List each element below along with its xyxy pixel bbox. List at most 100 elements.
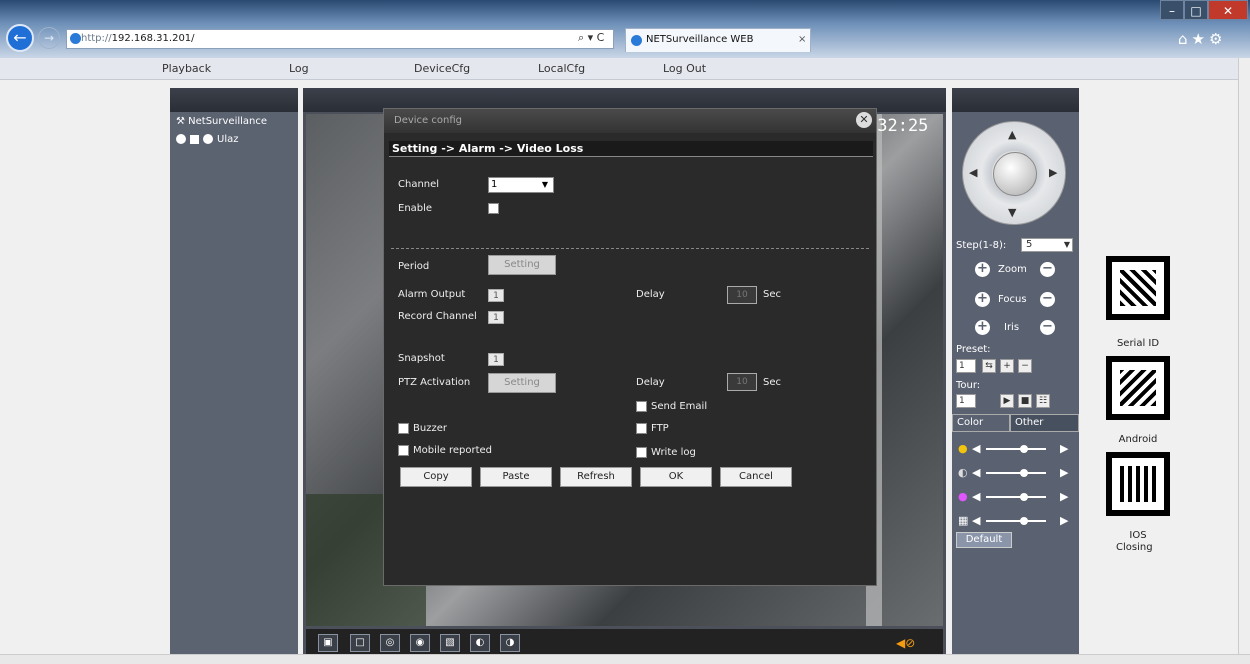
dpad-center[interactable] bbox=[993, 152, 1037, 196]
arrow-right-icon[interactable]: ▶ bbox=[1060, 466, 1068, 479]
add-preset-icon[interactable]: + bbox=[1000, 359, 1014, 373]
record-start-icon[interactable]: ◎ bbox=[380, 634, 400, 652]
play-icon[interactable] bbox=[203, 134, 213, 144]
address-bar[interactable]: http://192.168.31.201/ bbox=[66, 29, 614, 49]
arrow-left-icon[interactable]: ◀ bbox=[972, 490, 980, 503]
tree-root[interactable]: ⚒ NetSurveillance bbox=[176, 116, 267, 127]
goto-preset-icon[interactable]: ⇆ bbox=[982, 359, 996, 373]
mute-icon[interactable]: ◀⊘ bbox=[896, 636, 915, 650]
slider-handle[interactable] bbox=[1020, 469, 1028, 477]
horizontal-scrollbar[interactable] bbox=[0, 654, 1250, 664]
tab-close-icon[interactable]: × bbox=[798, 34, 806, 45]
ptz-direction-pad[interactable]: ▲ ▼ ◀ ▶ bbox=[962, 121, 1066, 225]
arrow-right-icon[interactable]: ▶ bbox=[1060, 490, 1068, 503]
arrow-right-icon[interactable]: ▶ bbox=[1060, 514, 1068, 527]
slider-handle[interactable] bbox=[1020, 493, 1028, 501]
write-log-checkbox[interactable] bbox=[636, 447, 647, 458]
paste-button[interactable]: Paste bbox=[480, 467, 552, 487]
mobile-reported-checkbox[interactable] bbox=[398, 445, 409, 456]
arrow-left-icon[interactable]: ◀ bbox=[969, 166, 977, 179]
search-refresh-controls[interactable]: ⌕ ▾ C bbox=[578, 31, 604, 45]
ptz-activation-label: PTZ Activation bbox=[398, 377, 471, 388]
maximize-button[interactable]: □ bbox=[1184, 0, 1208, 20]
default-button[interactable]: Default bbox=[956, 532, 1012, 548]
slider-handle[interactable] bbox=[1020, 517, 1028, 525]
send-email-checkbox[interactable] bbox=[636, 401, 647, 412]
talk-off-icon[interactable]: ◑ bbox=[500, 634, 520, 652]
ok-button[interactable]: OK bbox=[640, 467, 712, 487]
arrow-up-icon[interactable]: ▲ bbox=[1008, 128, 1016, 141]
snapshot-icon[interactable]: ▧ bbox=[440, 634, 460, 652]
buzzer-checkbox[interactable] bbox=[398, 423, 409, 434]
back-button[interactable]: ← bbox=[6, 24, 34, 52]
vertical-scrollbar[interactable] bbox=[1238, 58, 1250, 654]
browser-tab[interactable]: NETSurveillance WEB × bbox=[625, 28, 811, 52]
nav-log[interactable]: Log bbox=[289, 62, 309, 75]
close-icon[interactable]: ✕ bbox=[856, 112, 872, 128]
cancel-button[interactable]: Cancel bbox=[720, 467, 792, 487]
arrow-down-icon[interactable]: ▼ bbox=[1008, 206, 1016, 219]
divider bbox=[391, 248, 869, 249]
nav-logout[interactable]: Log Out bbox=[663, 62, 706, 75]
arrow-left-icon[interactable]: ◀ bbox=[972, 442, 980, 455]
closing-label[interactable]: Closing bbox=[1116, 542, 1153, 553]
preset-input[interactable]: 1 bbox=[956, 359, 976, 373]
contrast-slider[interactable] bbox=[986, 472, 1046, 474]
tour-input[interactable]: 1 bbox=[956, 394, 976, 408]
tree-device-row[interactable]: Ulaz bbox=[176, 134, 238, 145]
focus-in-icon[interactable]: + bbox=[975, 292, 990, 307]
nav-localcfg[interactable]: LocalCfg bbox=[538, 62, 585, 75]
forward-button[interactable]: → bbox=[38, 27, 60, 49]
minimize-button[interactable]: – bbox=[1160, 0, 1184, 20]
arrow-left-icon[interactable]: ◀ bbox=[972, 514, 980, 527]
focus-out-icon[interactable]: − bbox=[1040, 292, 1055, 307]
arrow-left-icon[interactable]: ◀ bbox=[972, 466, 980, 479]
zoom-out-icon[interactable]: − bbox=[1040, 262, 1055, 277]
tab-color[interactable]: Color bbox=[952, 414, 1010, 432]
nav-playback[interactable]: Playback bbox=[162, 62, 211, 75]
stop-icon[interactable] bbox=[190, 134, 199, 144]
talk-icon[interactable]: ◐ bbox=[470, 634, 490, 652]
refresh-button[interactable]: Refresh bbox=[560, 467, 632, 487]
delay-input[interactable]: 10 bbox=[727, 286, 757, 304]
record-icon[interactable] bbox=[176, 134, 186, 144]
record-stop-icon[interactable]: ◉ bbox=[410, 634, 430, 652]
ptz-panel: ▲ ▼ ◀ ▶ Step(1-8): 5 ▼ + Zoom − + Focus −… bbox=[952, 88, 1079, 662]
device-label[interactable]: Ulaz bbox=[217, 134, 238, 145]
snapshot-box[interactable]: 1 bbox=[488, 353, 504, 366]
single-view-icon[interactable]: □ bbox=[350, 634, 370, 652]
home-star-gear-icons[interactable]: ⌂★⚙ bbox=[1178, 30, 1226, 48]
delay-input[interactable]: 10 bbox=[727, 373, 757, 391]
tour-play-icon[interactable]: ▶ bbox=[1000, 394, 1014, 408]
iris-open-icon[interactable]: + bbox=[975, 320, 990, 335]
send-email-label: Send Email bbox=[651, 401, 708, 412]
alarm-output-box[interactable]: 1 bbox=[488, 289, 504, 302]
tab-other[interactable]: Other bbox=[1010, 414, 1079, 432]
device-config-dialog: Device config ✕ Setting -> Alarm -> Vide… bbox=[383, 108, 877, 586]
brightness-slider[interactable] bbox=[986, 448, 1046, 450]
nav-devicecfg[interactable]: DeviceCfg bbox=[414, 62, 470, 75]
saturation-slider[interactable] bbox=[986, 496, 1046, 498]
period-label: Period bbox=[398, 261, 430, 272]
enable-checkbox[interactable] bbox=[488, 203, 499, 214]
close-window-button[interactable]: ✕ bbox=[1208, 0, 1248, 20]
tour-stop-icon[interactable]: ■ bbox=[1018, 394, 1032, 408]
channel-select[interactable]: 1 ▼ bbox=[488, 177, 554, 193]
dialog-titlebar[interactable]: Device config ✕ bbox=[384, 109, 876, 133]
period-setting-button[interactable]: Setting bbox=[488, 255, 556, 275]
iris-close-icon[interactable]: − bbox=[1040, 320, 1055, 335]
ptz-setting-button[interactable]: Setting bbox=[488, 373, 556, 393]
step-select[interactable]: 5 ▼ bbox=[1021, 238, 1073, 252]
fullscreen-icon[interactable]: ▣ bbox=[318, 634, 338, 652]
step-value: 5 bbox=[1026, 239, 1033, 250]
ftp-checkbox[interactable] bbox=[636, 423, 647, 434]
zoom-in-icon[interactable]: + bbox=[975, 262, 990, 277]
arrow-right-icon[interactable]: ▶ bbox=[1060, 442, 1068, 455]
remove-preset-icon[interactable]: − bbox=[1018, 359, 1032, 373]
hue-slider[interactable] bbox=[986, 520, 1046, 522]
record-channel-box[interactable]: 1 bbox=[488, 311, 504, 324]
copy-button[interactable]: Copy bbox=[400, 467, 472, 487]
tour-grid-icon[interactable]: ☷ bbox=[1036, 394, 1050, 408]
arrow-right-icon[interactable]: ▶ bbox=[1049, 166, 1057, 179]
slider-handle[interactable] bbox=[1020, 445, 1028, 453]
